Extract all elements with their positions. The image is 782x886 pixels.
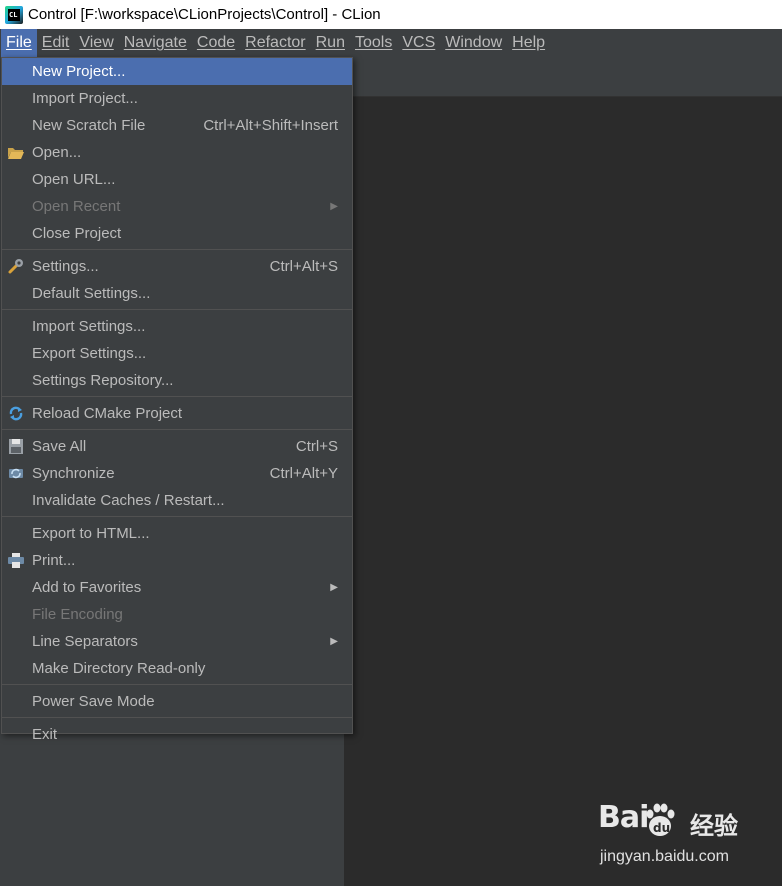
menu-item-reload-cmake[interactable]: Reload CMake Project (2, 400, 352, 427)
menu-item-label: Reload CMake Project (32, 405, 183, 422)
menu-item-add-to-favorites[interactable]: Add to Favorites ▶ (2, 574, 352, 601)
menu-item-label: Export Settings... (32, 345, 147, 362)
save-icon (9, 439, 23, 454)
menu-item-label: Import Settings... (32, 318, 146, 335)
menu-item-label: Import Project... (32, 90, 138, 107)
menu-item-open-recent[interactable]: Open Recent ▶ (2, 193, 352, 220)
menu-item-label: Close Project (32, 225, 122, 242)
menu-item-label: Power Save Mode (32, 693, 155, 710)
menu-item-settings-repository[interactable]: Settings Repository... (2, 367, 352, 394)
menu-item-shortcut: Ctrl+S (295, 438, 338, 455)
menu-item-exit[interactable]: Exit (2, 721, 352, 748)
menu-item-label: File Encoding (32, 606, 123, 623)
menu-item-label: Exit (32, 726, 58, 743)
menu-item-print[interactable]: Print... (2, 547, 352, 574)
menu-item-settings[interactable]: Settings... Ctrl+Alt+S (2, 253, 352, 280)
menu-window[interactable]: Window (440, 29, 507, 57)
menu-item-shortcut: Ctrl+Alt+S (269, 258, 338, 275)
window-title: Control [F:\workspace\CLionProjects\Cont… (28, 6, 381, 23)
menu-item-line-separators[interactable]: Line Separators ▶ (2, 628, 352, 655)
menu-run[interactable]: Run (311, 29, 350, 57)
menu-file[interactable]: File (1, 29, 37, 57)
submenu-arrow-icon: ▶ (330, 582, 338, 593)
watermark-brand: Bai (598, 800, 649, 835)
menu-item-label: Settings... (32, 258, 99, 275)
menu-item-label: Synchronize (32, 465, 115, 482)
watermark-brand-suffix: du (653, 821, 670, 835)
wrench-icon (8, 259, 23, 274)
menu-item-synchronize[interactable]: Synchronize Ctrl+Alt+Y (2, 460, 352, 487)
menu-tools[interactable]: Tools (350, 29, 397, 57)
menu-item-invalidate-caches[interactable]: Invalidate Caches / Restart... (2, 487, 352, 514)
menu-item-import-settings[interactable]: Import Settings... (2, 313, 352, 340)
menu-item-new-scratch-file[interactable]: New Scratch File Ctrl+Alt+Shift+Insert (2, 112, 352, 139)
menu-item-save-all[interactable]: Save All Ctrl+S (2, 433, 352, 460)
paw-icon: du (646, 803, 675, 836)
menu-refactor[interactable]: Refactor (240, 29, 310, 57)
printer-icon (8, 553, 24, 568)
watermark-url: jingyan.baidu.com (600, 848, 729, 865)
title-bar: CL Control [F:\workspace\CLionProjects\C… (0, 0, 782, 29)
watermark-cn: 经验 (690, 813, 738, 840)
menu-edit[interactable]: Edit (37, 29, 75, 57)
menu-item-label: Open... (32, 144, 82, 161)
menu-help[interactable]: Help (507, 29, 550, 57)
menu-item-export-html[interactable]: Export to HTML... (2, 520, 352, 547)
submenu-arrow-icon: ▶ (330, 201, 338, 212)
folder-open-icon (8, 148, 24, 159)
menu-item-label: Open Recent (32, 198, 121, 215)
menu-item-label: Default Settings... (32, 285, 151, 302)
menu-item-shortcut: Ctrl+Alt+Shift+Insert (203, 117, 338, 134)
clion-logo-icon: CL (5, 5, 23, 24)
menu-item-open[interactable]: Open... (2, 139, 352, 166)
menu-item-shortcut: Ctrl+Alt+Y (269, 465, 338, 482)
menu-item-label: Save All (32, 438, 87, 455)
submenu-arrow-icon: ▶ (330, 636, 338, 647)
menu-item-label: New Project... (32, 63, 126, 80)
menu-item-label: Invalidate Caches / Restart... (32, 492, 225, 509)
sync-icon (9, 468, 23, 479)
menu-navigate[interactable]: Navigate (119, 29, 192, 57)
menu-item-power-save[interactable]: Power Save Mode (2, 688, 352, 715)
menu-view[interactable]: View (74, 29, 118, 57)
menu-item-open-url[interactable]: Open URL... (2, 166, 352, 193)
reload-icon (9, 406, 23, 421)
menu-item-label: Open URL... (32, 171, 116, 188)
menu-item-label: New Scratch File (32, 117, 146, 134)
menu-vcs[interactable]: VCS (397, 29, 440, 57)
menu-item-default-settings[interactable]: Default Settings... (2, 280, 352, 307)
menu-bar: File Edit View Navigate Code Refactor Ru… (0, 29, 782, 57)
menu-item-label: Print... (32, 552, 76, 569)
menu-item-label: Make Directory Read-only (32, 660, 206, 677)
menu-item-label: Export to HTML... (32, 525, 150, 542)
menu-item-file-encoding[interactable]: File Encoding (2, 601, 352, 628)
editor-tab-bar (344, 57, 782, 97)
menu-item-label: Settings Repository... (32, 372, 174, 389)
menu-item-label: Add to Favorites (32, 579, 142, 596)
menu-item-label: Line Separators (32, 633, 138, 650)
menu-item-export-settings[interactable]: Export Settings... (2, 340, 352, 367)
menu-item-make-readonly[interactable]: Make Directory Read-only (2, 655, 352, 682)
menu-item-close-project[interactable]: Close Project (2, 220, 352, 247)
menu-item-new-project[interactable]: New Project... (2, 58, 352, 85)
baidu-watermark: Bai du 经验 jingyan.baidu.com (598, 800, 758, 872)
menu-item-import-project[interactable]: Import Project... (2, 85, 352, 112)
menu-code[interactable]: Code (192, 29, 240, 57)
file-menu-dropdown: New Project... Import Project... New Scr… (1, 57, 353, 743)
editor-area[interactable] (344, 97, 782, 886)
